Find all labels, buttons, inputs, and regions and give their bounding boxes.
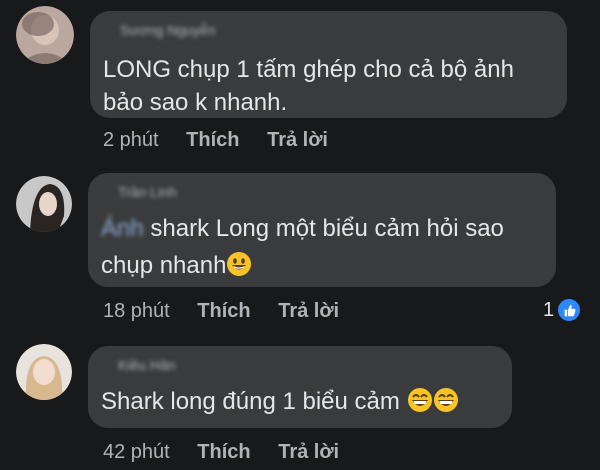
like-icon	[556, 297, 583, 323]
comment-text-part: chụp nhanh	[101, 252, 227, 279]
beaming-face-icon	[433, 387, 459, 413]
comment-time[interactable]: 2 phút	[103, 129, 159, 152]
like-button[interactable]: Thích	[197, 300, 250, 323]
reply-button[interactable]: Trả lời	[267, 129, 328, 152]
comment-text: LONG chụp 1 tấm ghép cho cả bộ ảnh bảo s…	[103, 51, 563, 121]
comment-actions: 42 phút Thích Trả lời	[103, 441, 339, 464]
reply-button[interactable]: Trả lời	[278, 300, 339, 323]
grinning-face-icon	[226, 251, 252, 277]
comment-bubble: Sương Nguyễn LONG chụp 1 tấm ghép cho cả…	[90, 11, 567, 118]
beaming-face-icon	[407, 387, 433, 413]
comment-bubble: Trần Linh Ánh shark Long một biểu cảm hỏ…	[88, 173, 556, 287]
comment-bubble: Kiều Hân Shark long đúng 1 biểu cảm	[88, 346, 512, 428]
like-button[interactable]: Thích	[186, 129, 239, 152]
comment-actions: 2 phút Thích Trả lời	[103, 129, 328, 152]
mention-link[interactable]: Ánh	[101, 215, 144, 242]
avatar[interactable]	[16, 176, 72, 232]
comment-text-part: Shark long đúng 1 biểu cảm	[101, 388, 407, 415]
comment-text-line: chụp nhanh	[101, 247, 551, 284]
comment-author[interactable]: Kiều Hân	[118, 357, 176, 373]
comment-text-line: Ánh shark Long một biểu cảm hỏi sao	[101, 210, 551, 247]
comment-text-line: LONG chụp 1 tấm ghép cho cả bộ ảnh	[103, 56, 514, 83]
like-button[interactable]: Thích	[197, 441, 250, 464]
avatar[interactable]	[16, 344, 72, 400]
comment-time[interactable]: 18 phút	[103, 300, 170, 323]
comment-actions: 18 phút Thích Trả lời	[103, 300, 339, 323]
comment-text-line: bảo sao k nhanh.	[103, 89, 288, 116]
comment-author[interactable]: Trần Linh	[118, 184, 177, 200]
comment-text-part: shark Long một biểu cảm hỏi sao	[150, 215, 504, 242]
comment-text: Ánh shark Long một biểu cảm hỏi sao chụp…	[101, 210, 551, 284]
comment-author[interactable]: Sương Nguyễn	[120, 22, 216, 38]
comment-time[interactable]: 42 phút	[103, 441, 170, 464]
reaction-summary[interactable]: 1	[543, 297, 583, 323]
comment-text: Shark long đúng 1 biểu cảm	[101, 383, 511, 420]
reply-button[interactable]: Trả lời	[278, 441, 339, 464]
avatar[interactable]	[16, 6, 74, 64]
reaction-count: 1	[543, 298, 555, 321]
